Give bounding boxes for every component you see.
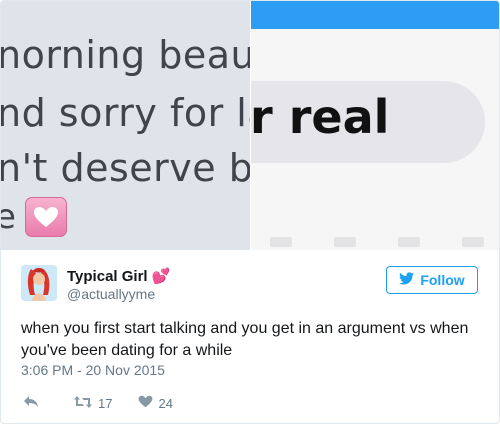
follow-label: Follow bbox=[420, 272, 465, 288]
like-action[interactable]: 24 bbox=[138, 395, 173, 411]
reply-action[interactable] bbox=[23, 395, 39, 411]
media-left-panel: norning beauti nd sorry for la n't deser… bbox=[1, 1, 250, 250]
tweet-media[interactable]: norning beauti nd sorry for la n't deser… bbox=[1, 1, 499, 250]
retweet-icon bbox=[73, 395, 93, 412]
user-handle[interactable]: @actuallyyme bbox=[67, 286, 155, 302]
twitter-bird-icon bbox=[399, 272, 415, 288]
message-bubble-text: r real bbox=[250, 90, 390, 144]
media-text-line-2: nd sorry for la bbox=[1, 91, 250, 135]
tweet-timestamp[interactable]: 3:06 PM - 20 Nov 2015 bbox=[21, 362, 165, 378]
media-text-line-4: e bbox=[1, 197, 16, 237]
pink-heart-emoji-icon bbox=[25, 197, 67, 237]
tweet-actions: 17 24 bbox=[23, 393, 173, 413]
display-name[interactable]: Typical Girl 💕 bbox=[67, 267, 170, 285]
like-count: 24 bbox=[158, 395, 173, 411]
avatar[interactable] bbox=[21, 265, 57, 301]
media-text-line-1: norning beauti bbox=[1, 33, 250, 77]
media-right-panel: r real bbox=[250, 1, 499, 250]
faded-timestamp-row bbox=[270, 233, 499, 247]
tweet-text: when you first start talking and you get… bbox=[21, 320, 469, 359]
retweet-action[interactable]: 17 bbox=[73, 395, 112, 412]
media-text-line-3: n't deserve ba bbox=[1, 146, 250, 190]
follow-button[interactable]: Follow bbox=[386, 266, 478, 294]
media-divider bbox=[250, 1, 251, 250]
reply-icon bbox=[23, 395, 39, 411]
media-top-bar bbox=[250, 1, 499, 29]
tweet-embed-card: norning beauti nd sorry for la n't deser… bbox=[0, 0, 500, 424]
heart-icon bbox=[138, 395, 153, 411]
retweet-count: 17 bbox=[98, 395, 113, 411]
